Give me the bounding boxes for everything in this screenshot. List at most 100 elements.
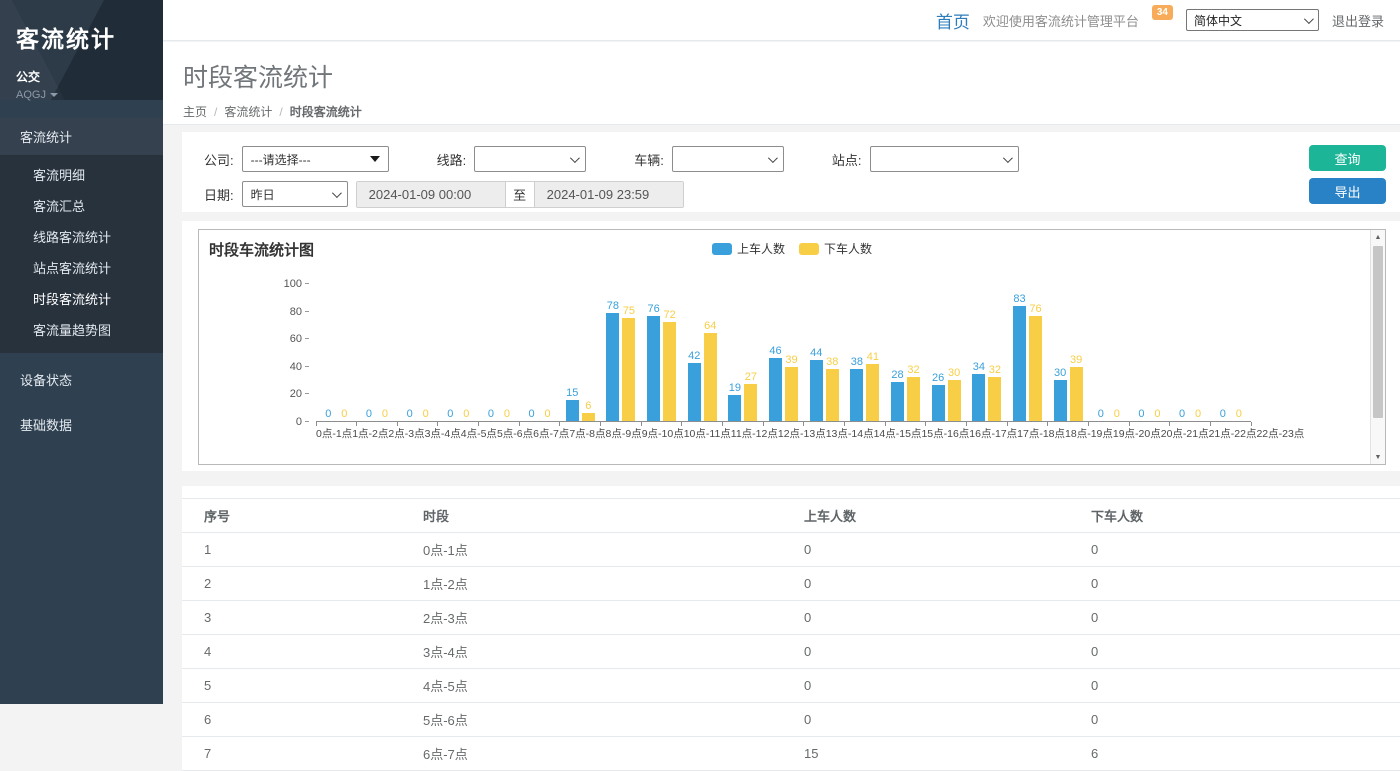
bar-value-label: 0 bbox=[1114, 408, 1120, 420]
table-cell: 2 bbox=[182, 567, 415, 601]
x-axis-label: 3点-4点 bbox=[425, 426, 461, 441]
station-select[interactable] bbox=[870, 146, 1019, 172]
y-axis: 020406080100 bbox=[271, 284, 309, 422]
sidebar-section-客流统计[interactable]: 客流统计 bbox=[0, 118, 163, 155]
breadcrumb-current: 时段客流统计 bbox=[290, 103, 362, 120]
bar-group: 2630 bbox=[926, 284, 967, 421]
line-select[interactable] bbox=[474, 146, 586, 172]
table-row: 43点-4点00 bbox=[182, 635, 1400, 669]
x-axis-label: 12点-13点 bbox=[778, 426, 826, 441]
bar-group: 3432 bbox=[967, 284, 1008, 421]
x-axis-label: 7点-8点 bbox=[569, 426, 605, 441]
bar-plot: 0000000000001567875767242641927463944383… bbox=[316, 284, 1251, 422]
bar-value-label: 28 bbox=[891, 369, 903, 381]
language-select[interactable]: 简体中文 bbox=[1186, 9, 1319, 31]
vehicle-label: 车辆: bbox=[634, 150, 664, 169]
table-cell: 0 bbox=[796, 703, 1083, 737]
column-header: 序号 bbox=[182, 499, 415, 533]
x-axis-label: 13点-14点 bbox=[826, 426, 874, 441]
bar-value-label: 64 bbox=[704, 320, 716, 332]
query-button[interactable]: 查询 bbox=[1309, 145, 1386, 171]
table-row: 10点-1点00 bbox=[182, 533, 1400, 567]
date-to-input[interactable]: 2024-01-09 23:59 bbox=[535, 182, 683, 207]
topbar: 首页 欢迎使用客流统计管理平台 34 简体中文 退出登录 bbox=[163, 0, 1400, 41]
bar bbox=[988, 377, 1001, 421]
date-label: 日期: bbox=[204, 185, 234, 204]
breadcrumb-home[interactable]: 主页 bbox=[183, 103, 207, 120]
bar-value-label: 0 bbox=[1220, 408, 1226, 420]
column-header: 上车人数 bbox=[796, 499, 1083, 533]
x-axis-label: 18点-19点 bbox=[1065, 426, 1113, 441]
bar-value-label: 0 bbox=[341, 408, 347, 420]
bar-value-label: 44 bbox=[810, 347, 822, 359]
company-value: ---请选择--- bbox=[251, 151, 311, 168]
date-preset-select[interactable]: 昨日 bbox=[242, 181, 348, 207]
sidebar-item-客流明细[interactable]: 客流明细 bbox=[0, 159, 163, 190]
breadcrumb-section[interactable]: 客流统计 bbox=[224, 103, 272, 120]
sidebar-item-客流汇总[interactable]: 客流汇总 bbox=[0, 190, 163, 221]
date-from-input[interactable]: 2024-01-09 00:00 bbox=[357, 182, 505, 207]
table-cell: 0 bbox=[796, 567, 1083, 601]
bar-group: 00 bbox=[316, 284, 357, 421]
date-to-separator: 至 bbox=[505, 182, 535, 207]
table-cell: 0点-1点 bbox=[415, 533, 796, 567]
x-axis-label: 1点-2点 bbox=[352, 426, 388, 441]
bar-group: 2832 bbox=[885, 284, 926, 421]
content-area: 公司: ---请选择--- 线路: 车辆: 站点: 日期: bbox=[163, 126, 1400, 704]
sidebar-item-线路客流统计[interactable]: 线路客流统计 bbox=[0, 221, 163, 252]
chevron-down-icon bbox=[332, 188, 342, 198]
y-tick-label: 40 bbox=[271, 361, 309, 373]
scroll-down-icon[interactable]: ▼ bbox=[1371, 450, 1385, 464]
x-axis-label: 8点-9点 bbox=[606, 426, 642, 441]
org-code-dropdown[interactable]: AQGJ bbox=[16, 89, 163, 101]
table-cell: 0 bbox=[796, 635, 1083, 669]
x-axis-label: 14点-15点 bbox=[874, 426, 922, 441]
bar-value-label: 19 bbox=[729, 382, 741, 394]
bar bbox=[728, 395, 741, 421]
bar-group: 4264 bbox=[682, 284, 723, 421]
export-button[interactable]: 导出 bbox=[1309, 178, 1386, 204]
legend-item-alighting[interactable]: 下车人数 bbox=[799, 240, 872, 257]
bar-value-label: 72 bbox=[663, 309, 675, 321]
bar-value-label: 26 bbox=[932, 372, 944, 384]
chart-panel: 时段车流统计图 上车人数 下车人数 020406080100 000000000… bbox=[182, 221, 1400, 471]
table-cell: 1 bbox=[182, 533, 415, 567]
table-cell: 1点-2点 bbox=[415, 567, 796, 601]
breadcrumb-separator: / bbox=[279, 105, 282, 119]
bar-value-label: 41 bbox=[867, 351, 879, 363]
bar-group: 00 bbox=[519, 284, 560, 421]
sidebar: 客流统计 公交 AQGJ 客流统计客流明细客流汇总线路客流统计站点客流统计时段客… bbox=[0, 0, 163, 704]
bar-value-label: 30 bbox=[1054, 367, 1066, 379]
bar bbox=[866, 364, 879, 421]
bar bbox=[704, 333, 717, 421]
y-tick-label: 20 bbox=[271, 388, 309, 400]
home-link[interactable]: 首页 bbox=[936, 8, 970, 33]
table-row: 54点-5点00 bbox=[182, 669, 1400, 703]
chevron-down-icon bbox=[1002, 153, 1012, 163]
logout-link[interactable]: 退出登录 bbox=[1332, 11, 1384, 30]
x-axis-label: 21点-22点 bbox=[1209, 426, 1257, 441]
bar-group: 76 72 bbox=[641, 284, 682, 421]
bar bbox=[948, 380, 961, 421]
bar-group: 00 bbox=[1129, 284, 1170, 421]
bar-value-label: 76 bbox=[647, 303, 659, 315]
bar-value-label: 78 bbox=[607, 300, 619, 312]
bar bbox=[606, 313, 619, 421]
vehicle-select[interactable] bbox=[672, 146, 784, 172]
submenu: 客流明细客流汇总线路客流统计站点客流统计时段客流统计客流量趋势图 bbox=[0, 155, 163, 353]
bar-value-label: 27 bbox=[745, 371, 757, 383]
legend-item-boarding[interactable]: 上车人数 bbox=[712, 240, 785, 257]
sidebar-item-站点客流统计[interactable]: 站点客流统计 bbox=[0, 252, 163, 283]
sidebar-section-设备状态[interactable]: 设备状态 bbox=[0, 361, 163, 398]
scroll-up-icon[interactable]: ▲ bbox=[1371, 230, 1385, 244]
table-cell: 0 bbox=[1083, 567, 1400, 601]
scroll-thumb[interactable] bbox=[1373, 246, 1383, 418]
chart-scrollbar[interactable]: ▲ ▼ bbox=[1370, 230, 1385, 464]
bar-group: 4639 bbox=[763, 284, 804, 421]
table-cell: 5点-6点 bbox=[415, 703, 796, 737]
bar bbox=[826, 369, 839, 421]
sidebar-section-基础数据[interactable]: 基础数据 bbox=[0, 406, 163, 443]
sidebar-item-客流量趋势图[interactable]: 客流量趋势图 bbox=[0, 314, 163, 345]
sidebar-item-时段客流统计[interactable]: 时段客流统计 bbox=[0, 283, 163, 314]
company-select[interactable]: ---请选择--- bbox=[242, 146, 389, 172]
